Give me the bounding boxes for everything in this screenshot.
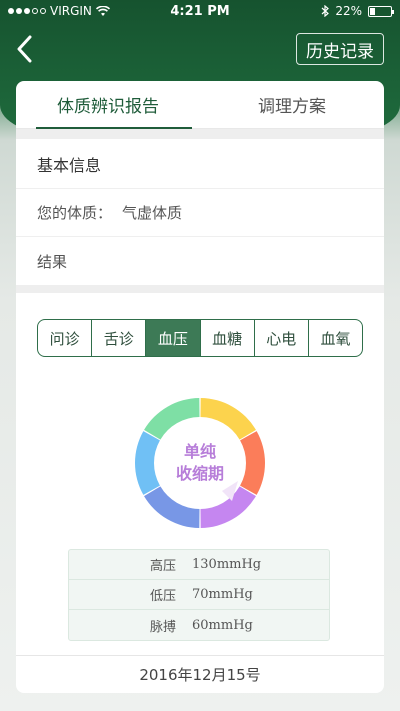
segment-blood-oxygen[interactable]: 血氧 (309, 320, 362, 356)
chevron-left-icon (17, 35, 32, 63)
bp-value: 130mmHg (192, 557, 262, 572)
tab-bar: 体质辨识报告 调理方案 (16, 81, 384, 129)
status-time: 4:21 PM (170, 3, 230, 19)
back-button[interactable] (12, 34, 36, 64)
signal-icon (8, 8, 46, 14)
bp-row-diastolic: 低压 70mmHg (69, 580, 329, 610)
history-button[interactable]: 历史记录 (296, 33, 384, 65)
result-row: 结果 (37, 252, 68, 271)
tab-constitution-report[interactable]: 体质辨识报告 (16, 81, 200, 129)
donut-label-line2: 收缩期 (175, 464, 224, 483)
bp-label: 低压 (149, 589, 176, 604)
bp-donut-chart: 单纯 收缩期 (134, 397, 266, 529)
battery-icon (368, 5, 394, 17)
bp-value: 60mmHg (192, 617, 253, 633)
donut-label-line1: 单纯 (183, 442, 216, 461)
constitution-value: 气虚体质 (122, 204, 183, 222)
constitution-row: 您的体质： 气虚体质 (16, 189, 384, 237)
bp-label: 高压 (149, 559, 176, 574)
bp-readings-table: 高压 130mmHg 低压 70mmHg 脉搏 60mmHg (68, 549, 330, 641)
divider (16, 285, 384, 293)
bluetooth-icon (321, 5, 330, 17)
measurement-segmented-control: 问诊 舌诊 血压 血糖 心电 血氧 (37, 319, 363, 357)
bp-row-pulse: 脉搏 60mmHg (69, 610, 329, 640)
segment-blood-pressure[interactable]: 血压 (146, 320, 201, 356)
bp-row-systolic: 高压 130mmHg (69, 550, 329, 580)
segment-ecg[interactable]: 心电 (255, 320, 309, 356)
constitution-label: 您的体质： (37, 204, 113, 222)
battery-percent: 22% (335, 4, 362, 18)
status-bar: VIRGIN 4:21 PM 22% (0, 0, 400, 22)
divider (16, 129, 384, 139)
wifi-icon (95, 5, 110, 16)
report-card: 体质辨识报告 调理方案 基本信息 您的体质： 气虚体质 结果 问诊 舌诊 血压 … (16, 81, 384, 693)
segment-blood-sugar[interactable]: 血糖 (201, 320, 255, 356)
bp-label: 脉搏 (149, 619, 176, 635)
carrier-name: VIRGIN (50, 4, 92, 18)
segment-inquiry[interactable]: 问诊 (38, 320, 93, 356)
donut-center-label: 单纯 收缩期 (134, 397, 266, 529)
basic-info-title: 基本信息 (16, 139, 384, 189)
report-date: 2016年12月15号 (16, 655, 384, 693)
tab-conditioning-plan[interactable]: 调理方案 (200, 81, 384, 128)
segment-tongue[interactable]: 舌诊 (92, 320, 147, 356)
bp-value: 70mmHg (192, 587, 253, 602)
